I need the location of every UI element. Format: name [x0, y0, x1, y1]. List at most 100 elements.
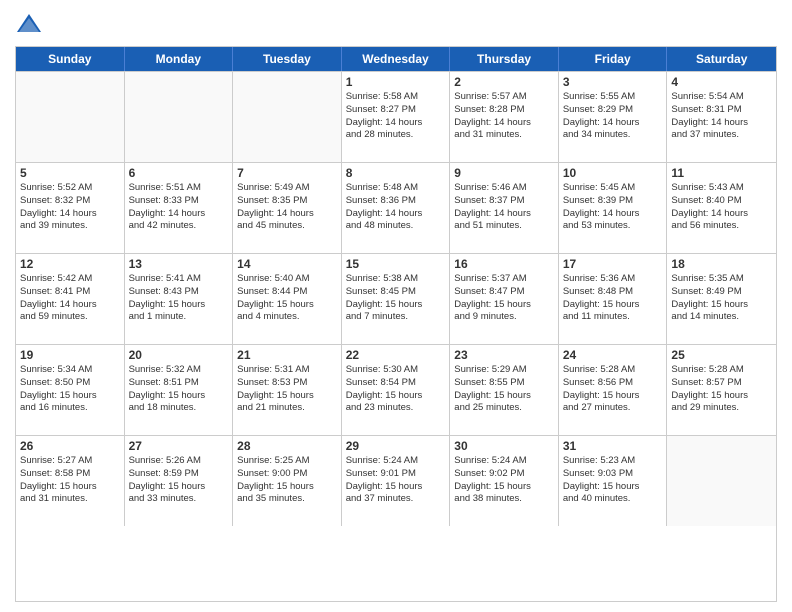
- day-info: Sunrise: 5:25 AM Sunset: 9:00 PM Dayligh…: [237, 455, 337, 506]
- calendar-cell: 7 Sunrise: 5:49 AM Sunset: 8:35 PM Daylig…: [233, 163, 342, 253]
- day-info: Sunrise: 5:34 AM Sunset: 8:50 PM Dayligh…: [20, 364, 120, 415]
- day-info: Sunrise: 5:58 AM Sunset: 8:27 PM Dayligh…: [346, 91, 446, 142]
- day-info: Sunrise: 5:43 AM Sunset: 8:40 PM Dayligh…: [671, 182, 772, 233]
- day-number: 9: [454, 166, 554, 180]
- logo: [15, 10, 47, 38]
- day-info: Sunrise: 5:32 AM Sunset: 8:51 PM Dayligh…: [129, 364, 229, 415]
- calendar-cell: 16Sunrise: 5:37 AM Sunset: 8:47 PM Dayli…: [450, 254, 559, 344]
- day-info: Sunrise: 5:24 AM Sunset: 9:01 PM Dayligh…: [346, 455, 446, 506]
- day-info: Sunrise: 5:28 AM Sunset: 8:57 PM Dayligh…: [671, 364, 772, 415]
- calendar-cell: [125, 72, 234, 162]
- day-number: 28: [237, 439, 337, 453]
- day-number: 13: [129, 257, 229, 271]
- calendar-cell: 1 Sunrise: 5:58 AM Sunset: 8:27 PM Daylig…: [342, 72, 451, 162]
- weekday-header: Thursday: [450, 47, 559, 71]
- day-number: 29: [346, 439, 446, 453]
- day-number: 15: [346, 257, 446, 271]
- day-number: 18: [671, 257, 772, 271]
- calendar-row: 5Sunrise: 5:52 AM Sunset: 8:32 PM Daylig…: [16, 162, 776, 253]
- calendar-cell: [233, 72, 342, 162]
- weekday-header: Saturday: [667, 47, 776, 71]
- day-number: 7: [237, 166, 337, 180]
- day-info: Sunrise: 5:41 AM Sunset: 8:43 PM Dayligh…: [129, 273, 229, 324]
- calendar-cell: 25 Sunrise: 5:28 AM Sunset: 8:57 PM Dayli…: [667, 345, 776, 435]
- calendar-row: 1 Sunrise: 5:58 AM Sunset: 8:27 PM Daylig…: [16, 71, 776, 162]
- header: [15, 10, 777, 38]
- calendar-cell: 29 Sunrise: 5:24 AM Sunset: 9:01 PM Dayli…: [342, 436, 451, 526]
- calendar-cell: 24 Sunrise: 5:28 AM Sunset: 8:56 PM Dayli…: [559, 345, 668, 435]
- day-number: 20: [129, 348, 229, 362]
- calendar-cell: 9Sunrise: 5:46 AM Sunset: 8:37 PM Daylig…: [450, 163, 559, 253]
- calendar-cell: 30 Sunrise: 5:24 AM Sunset: 9:02 PM Dayli…: [450, 436, 559, 526]
- day-info: Sunrise: 5:23 AM Sunset: 9:03 PM Dayligh…: [563, 455, 663, 506]
- calendar-cell: [667, 436, 776, 526]
- day-number: 14: [237, 257, 337, 271]
- calendar-cell: 26Sunrise: 5:27 AM Sunset: 8:58 PM Dayli…: [16, 436, 125, 526]
- day-number: 8: [346, 166, 446, 180]
- calendar-cell: 14 Sunrise: 5:40 AM Sunset: 8:44 PM Dayli…: [233, 254, 342, 344]
- day-info: Sunrise: 5:55 AM Sunset: 8:29 PM Dayligh…: [563, 91, 663, 142]
- day-number: 12: [20, 257, 120, 271]
- day-number: 26: [20, 439, 120, 453]
- day-number: 5: [20, 166, 120, 180]
- calendar: SundayMondayTuesdayWednesdayThursdayFrid…: [15, 46, 777, 602]
- day-number: 11: [671, 166, 772, 180]
- calendar-cell: 12 Sunrise: 5:42 AM Sunset: 8:41 PM Dayli…: [16, 254, 125, 344]
- day-number: 21: [237, 348, 337, 362]
- weekday-header: Tuesday: [233, 47, 342, 71]
- calendar-cell: 15 Sunrise: 5:38 AM Sunset: 8:45 PM Dayli…: [342, 254, 451, 344]
- day-info: Sunrise: 5:28 AM Sunset: 8:56 PM Dayligh…: [563, 364, 663, 415]
- logo-icon: [15, 10, 43, 38]
- calendar-row: 26Sunrise: 5:27 AM Sunset: 8:58 PM Dayli…: [16, 435, 776, 526]
- day-number: 23: [454, 348, 554, 362]
- calendar-cell: 4 Sunrise: 5:54 AM Sunset: 8:31 PM Daylig…: [667, 72, 776, 162]
- day-info: Sunrise: 5:54 AM Sunset: 8:31 PM Dayligh…: [671, 91, 772, 142]
- day-number: 30: [454, 439, 554, 453]
- day-info: Sunrise: 5:38 AM Sunset: 8:45 PM Dayligh…: [346, 273, 446, 324]
- calendar-cell: 17Sunrise: 5:36 AM Sunset: 8:48 PM Dayli…: [559, 254, 668, 344]
- calendar-cell: 6Sunrise: 5:51 AM Sunset: 8:33 PM Daylig…: [125, 163, 234, 253]
- day-number: 4: [671, 75, 772, 89]
- calendar-cell: 5Sunrise: 5:52 AM Sunset: 8:32 PM Daylig…: [16, 163, 125, 253]
- calendar-cell: 18Sunrise: 5:35 AM Sunset: 8:49 PM Dayli…: [667, 254, 776, 344]
- calendar-cell: 22Sunrise: 5:30 AM Sunset: 8:54 PM Dayli…: [342, 345, 451, 435]
- calendar-cell: 19 Sunrise: 5:34 AM Sunset: 8:50 PM Dayli…: [16, 345, 125, 435]
- day-info: Sunrise: 5:26 AM Sunset: 8:59 PM Dayligh…: [129, 455, 229, 506]
- day-info: Sunrise: 5:49 AM Sunset: 8:35 PM Dayligh…: [237, 182, 337, 233]
- calendar-cell: 27Sunrise: 5:26 AM Sunset: 8:59 PM Dayli…: [125, 436, 234, 526]
- calendar-row: 19 Sunrise: 5:34 AM Sunset: 8:50 PM Dayli…: [16, 344, 776, 435]
- weekday-header: Sunday: [16, 47, 125, 71]
- day-info: Sunrise: 5:29 AM Sunset: 8:55 PM Dayligh…: [454, 364, 554, 415]
- day-number: 1: [346, 75, 446, 89]
- calendar-cell: 8 Sunrise: 5:48 AM Sunset: 8:36 PM Daylig…: [342, 163, 451, 253]
- page: SundayMondayTuesdayWednesdayThursdayFrid…: [0, 0, 792, 612]
- day-info: Sunrise: 5:24 AM Sunset: 9:02 PM Dayligh…: [454, 455, 554, 506]
- calendar-body: 1 Sunrise: 5:58 AM Sunset: 8:27 PM Daylig…: [16, 71, 776, 526]
- calendar-cell: 21 Sunrise: 5:31 AM Sunset: 8:53 PM Dayli…: [233, 345, 342, 435]
- calendar-cell: 2 Sunrise: 5:57 AM Sunset: 8:28 PM Daylig…: [450, 72, 559, 162]
- calendar-cell: [16, 72, 125, 162]
- day-number: 25: [671, 348, 772, 362]
- weekday-header: Wednesday: [342, 47, 451, 71]
- day-number: 19: [20, 348, 120, 362]
- weekday-header: Friday: [559, 47, 668, 71]
- day-number: 6: [129, 166, 229, 180]
- day-info: Sunrise: 5:40 AM Sunset: 8:44 PM Dayligh…: [237, 273, 337, 324]
- day-number: 24: [563, 348, 663, 362]
- day-number: 31: [563, 439, 663, 453]
- day-info: Sunrise: 5:31 AM Sunset: 8:53 PM Dayligh…: [237, 364, 337, 415]
- day-info: Sunrise: 5:57 AM Sunset: 8:28 PM Dayligh…: [454, 91, 554, 142]
- calendar-cell: 13 Sunrise: 5:41 AM Sunset: 8:43 PM Dayli…: [125, 254, 234, 344]
- calendar-header: SundayMondayTuesdayWednesdayThursdayFrid…: [16, 47, 776, 71]
- day-info: Sunrise: 5:30 AM Sunset: 8:54 PM Dayligh…: [346, 364, 446, 415]
- calendar-row: 12 Sunrise: 5:42 AM Sunset: 8:41 PM Dayli…: [16, 253, 776, 344]
- day-number: 2: [454, 75, 554, 89]
- calendar-cell: 3 Sunrise: 5:55 AM Sunset: 8:29 PM Daylig…: [559, 72, 668, 162]
- day-number: 10: [563, 166, 663, 180]
- calendar-cell: 28 Sunrise: 5:25 AM Sunset: 9:00 PM Dayli…: [233, 436, 342, 526]
- day-info: Sunrise: 5:42 AM Sunset: 8:41 PM Dayligh…: [20, 273, 120, 324]
- day-info: Sunrise: 5:36 AM Sunset: 8:48 PM Dayligh…: [563, 273, 663, 324]
- day-number: 3: [563, 75, 663, 89]
- calendar-cell: 31 Sunrise: 5:23 AM Sunset: 9:03 PM Dayli…: [559, 436, 668, 526]
- day-info: Sunrise: 5:48 AM Sunset: 8:36 PM Dayligh…: [346, 182, 446, 233]
